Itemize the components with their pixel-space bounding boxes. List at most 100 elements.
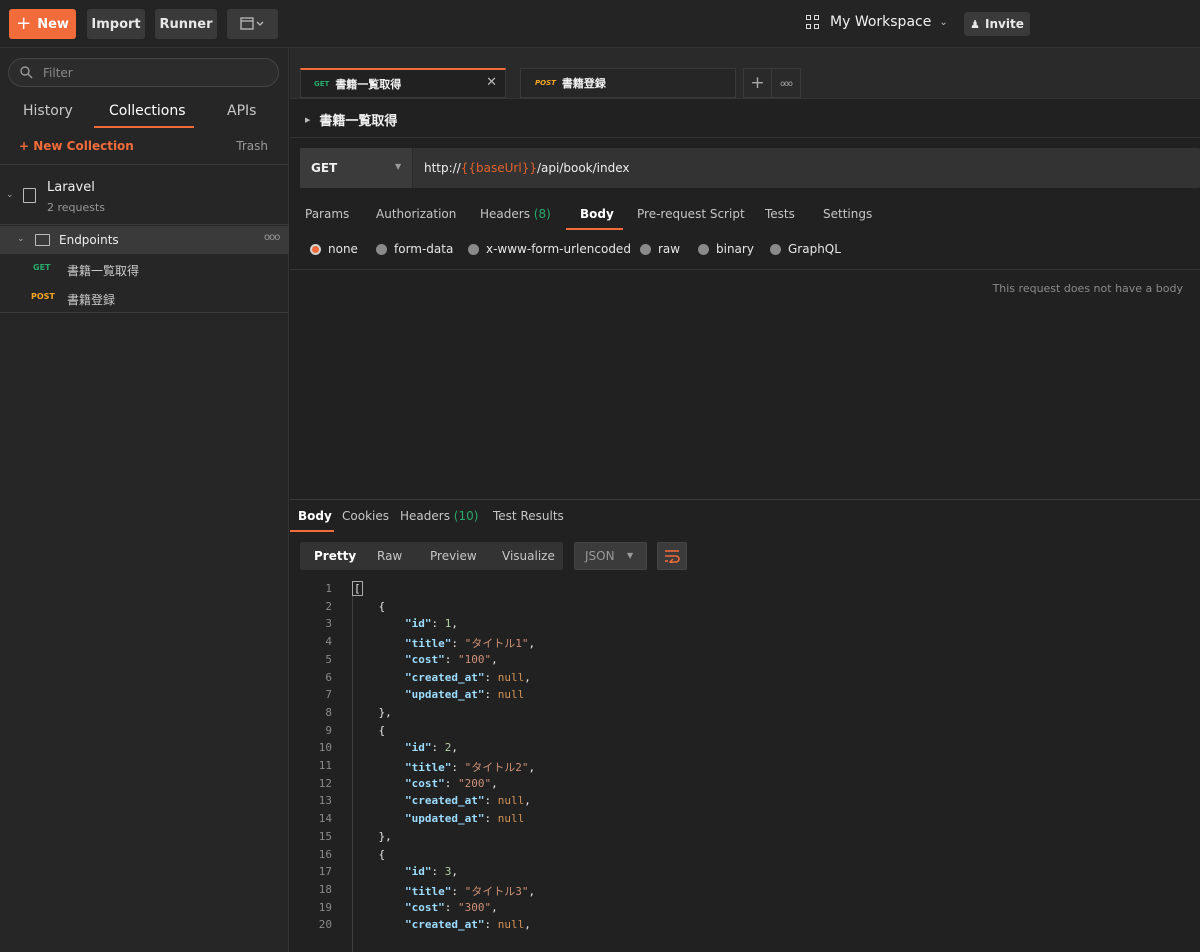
method-value: GET: [311, 161, 338, 175]
tab-apis[interactable]: APIs: [227, 103, 256, 119]
wrap-lines-button[interactable]: [657, 542, 687, 570]
import-button[interactable]: Import: [87, 9, 145, 39]
folder-name: Endpoints: [59, 233, 119, 247]
tab-body[interactable]: Body: [580, 207, 614, 221]
workspace-switcher[interactable]: My Workspace ⌄: [806, 14, 948, 30]
json-value: "タイトル1": [464, 637, 529, 651]
json-value: "タイトル3": [464, 884, 529, 898]
divider: [290, 269, 1200, 270]
request-tab[interactable]: POST 書籍登録: [520, 68, 736, 98]
request-tab[interactable]: GET 書籍一覧取得 ✕: [300, 68, 506, 98]
close-icon[interactable]: ✕: [486, 75, 497, 90]
tab-settings[interactable]: Settings: [823, 207, 872, 221]
code-text: "cost": "200",: [404, 776, 498, 790]
more-icon[interactable]: ooo: [264, 232, 280, 243]
dropdown-arrow-icon: ▼: [395, 162, 402, 171]
tab-history[interactable]: History: [23, 103, 73, 119]
json-value: 1: [444, 617, 452, 631]
tab-headers[interactable]: Headers (8): [480, 207, 551, 221]
chevron-down-icon[interactable]: ⌄: [17, 234, 25, 244]
response-tab-headers-count: (10): [453, 509, 479, 523]
line-number: 14: [318, 812, 332, 826]
view-preview[interactable]: Preview: [430, 549, 477, 563]
sidebar-request-item[interactable]: POST 書籍登録: [0, 284, 289, 312]
format-select[interactable]: JSON ▼: [574, 542, 647, 570]
method-badge: GET: [33, 263, 51, 272]
url-prefix: http://: [424, 161, 461, 175]
line-number: 13: [318, 794, 332, 808]
code-line: 5 "cost": "100",: [290, 653, 1200, 671]
more-icon[interactable]: ooo: [772, 69, 800, 97]
invite-button[interactable]: ♟ Invite: [964, 12, 1030, 36]
grid-icon: [806, 15, 820, 29]
line-number: 5: [325, 652, 332, 666]
divider: [0, 224, 289, 225]
method-badge: POST: [31, 292, 55, 301]
radio-form-data[interactable]: form-data: [376, 242, 453, 256]
sidebar-request-item[interactable]: GET 書籍一覧取得: [0, 255, 289, 283]
json-key: "title": [404, 761, 452, 774]
new-button[interactable]: + New: [9, 9, 76, 39]
response-body[interactable]: 1[2 {3 "id": 1, 4 "title": "タイトル1", 5 "cos…: [290, 581, 1200, 952]
json-value: "300": [457, 900, 492, 914]
line-number: 8: [325, 705, 332, 719]
panel-divider[interactable]: [290, 499, 1200, 500]
tab-tests[interactable]: Tests: [765, 207, 795, 221]
radio-label: raw: [658, 242, 681, 256]
caret-right-icon[interactable]: ▶: [305, 116, 310, 124]
code-line: 17 "id": 3,: [290, 865, 1200, 883]
json-key: "created_at": [404, 670, 485, 684]
tab-collections[interactable]: Collections: [109, 103, 186, 119]
add-tab-icon[interactable]: +: [744, 69, 773, 97]
response-tab-headers[interactable]: Headers (10): [400, 509, 478, 523]
code-text: {: [352, 599, 386, 613]
json-key: "id": [404, 741, 432, 755]
method-select[interactable]: GET ▼: [300, 148, 413, 188]
json-key: "title": [404, 884, 452, 898]
new-collection-button[interactable]: + New Collection: [19, 139, 134, 153]
json-key: "updated_at": [404, 812, 485, 826]
code-text: "created_at": null,: [404, 670, 531, 684]
view-pretty[interactable]: Pretty: [314, 549, 356, 563]
code-line: 3 "id": 1,: [290, 617, 1200, 635]
runner-button[interactable]: Runner: [155, 9, 217, 39]
view-visualize[interactable]: Visualize: [502, 549, 555, 563]
line-number: 17: [318, 865, 332, 879]
radio-dot: [640, 243, 651, 255]
new-window-button[interactable]: [227, 9, 278, 39]
request-name: 書籍一覧取得: [67, 264, 140, 278]
trash-link[interactable]: Trash: [236, 139, 268, 153]
radio-raw[interactable]: raw: [640, 242, 680, 256]
chevron-down-icon: ⌄: [939, 16, 948, 28]
tab-prerequest-script[interactable]: Pre-request Script: [637, 207, 745, 221]
radio-binary[interactable]: binary: [698, 242, 754, 256]
json-value: "200": [457, 776, 492, 790]
json-value: "100": [457, 652, 492, 666]
filter-input[interactable]: Filter: [8, 58, 279, 87]
code-line: 14 "updated_at": null: [290, 812, 1200, 830]
response-tab-test-results[interactable]: Test Results: [493, 509, 564, 523]
tab-params[interactable]: Params: [305, 207, 349, 221]
code-line: 15 },: [290, 830, 1200, 848]
radio-label: GraphQL: [788, 242, 841, 256]
response-tab-body[interactable]: Body: [298, 509, 332, 523]
line-number: 1: [325, 582, 332, 595]
request-title[interactable]: ▶ 書籍一覧取得: [305, 110, 397, 129]
view-raw[interactable]: Raw: [377, 549, 402, 563]
radio-graphql[interactable]: GraphQL: [770, 242, 841, 256]
json-key: "id": [404, 865, 432, 879]
line-number: 4: [325, 635, 332, 649]
code-text: "created_at": null,: [404, 794, 531, 808]
wrap-icon: [665, 550, 680, 563]
radio-none[interactable]: none: [310, 242, 358, 256]
url-input[interactable]: http://{{baseUrl}}/api/book/index: [424, 161, 629, 175]
tab-authorization[interactable]: Authorization: [376, 207, 456, 221]
radio-x-www-form-urlencoded[interactable]: x-www-form-urlencoded: [468, 242, 631, 256]
json-key: "created_at": [404, 794, 485, 808]
format-value: JSON: [585, 549, 615, 563]
collection-laravel[interactable]: ⌄ Laravel 2 requests: [0, 174, 289, 224]
response-tab-cookies[interactable]: Cookies: [342, 509, 389, 523]
chevron-down-icon[interactable]: ⌄: [6, 190, 14, 200]
folder-endpoints[interactable]: ⌄ Endpoints ooo: [0, 226, 289, 254]
radio-label: binary: [716, 242, 754, 256]
